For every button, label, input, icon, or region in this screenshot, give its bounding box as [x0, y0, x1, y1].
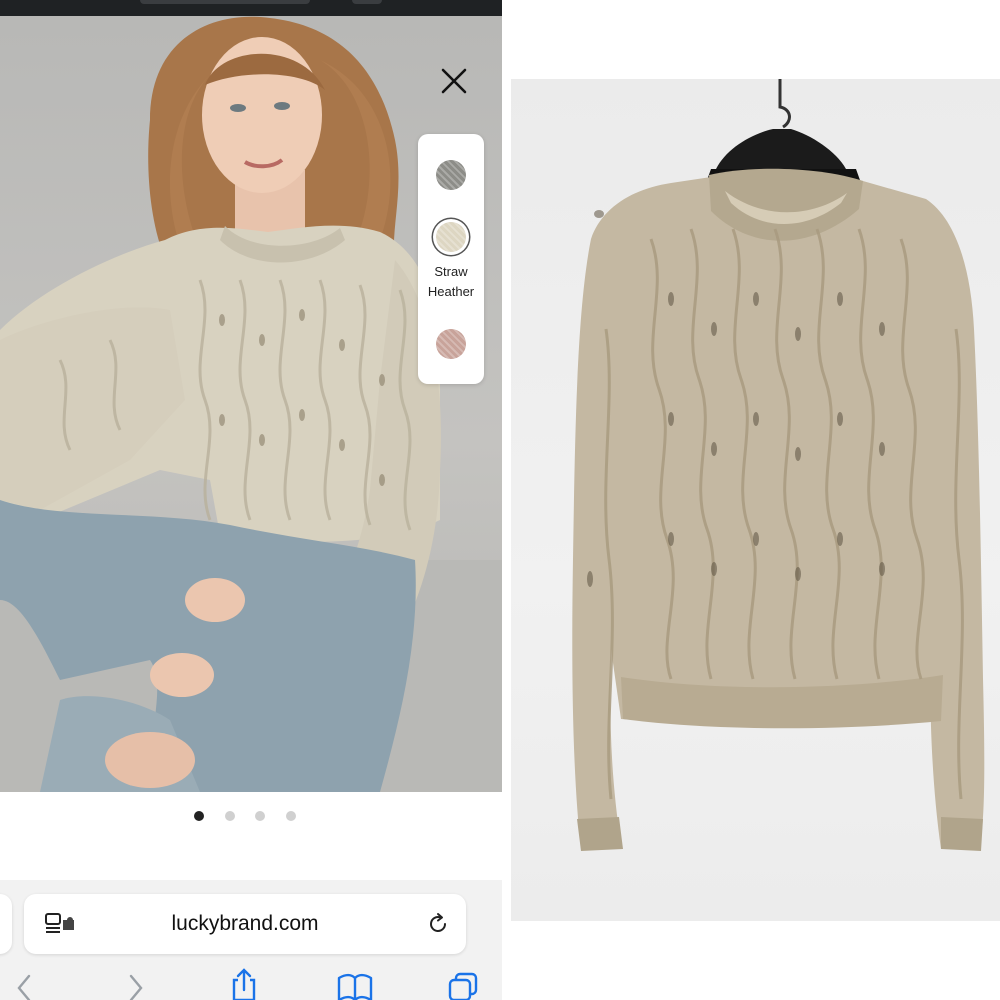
reload-icon[interactable] — [426, 912, 450, 936]
color-swatch-pink[interactable] — [436, 329, 466, 359]
model-product-photo[interactable] — [0, 16, 502, 792]
url-text: luckybrand.com — [171, 912, 319, 935]
tabs-icon[interactable] — [446, 966, 480, 1000]
phone-screenshot: Straw Heather luckybrand.com — [0, 0, 502, 1000]
chevron-right-icon[interactable] — [124, 966, 148, 1000]
color-swatch-straw-heather[interactable] — [436, 222, 466, 252]
carousel-dot-4[interactable] — [286, 811, 296, 821]
status-bar — [0, 0, 502, 16]
book-icon[interactable] — [336, 966, 374, 1000]
status-bar-indicator — [352, 0, 382, 4]
color-label-line2: Heather — [427, 284, 475, 299]
color-swatch-grey[interactable] — [436, 160, 466, 190]
color-swatch-panel: Straw Heather — [418, 134, 484, 384]
close-button[interactable] — [437, 64, 471, 98]
carousel-dot-2[interactable] — [225, 811, 235, 821]
previous-tab-edge[interactable] — [0, 894, 12, 954]
model-wearing-sweater-image — [0, 16, 502, 792]
carousel-dot-3[interactable] — [255, 811, 265, 821]
sweater-on-hanger-photo — [511, 79, 1000, 921]
chevron-left-icon[interactable] — [12, 966, 36, 1000]
carousel-dot-1[interactable] — [194, 811, 204, 821]
carousel-pagination — [0, 808, 502, 824]
color-label-line1: Straw — [434, 264, 468, 279]
sweater-hanger-image — [572, 79, 985, 851]
close-icon — [441, 68, 467, 94]
address-bar[interactable]: luckybrand.com — [24, 894, 466, 954]
status-bar-pill — [140, 0, 310, 4]
share-icon[interactable] — [228, 966, 260, 1000]
